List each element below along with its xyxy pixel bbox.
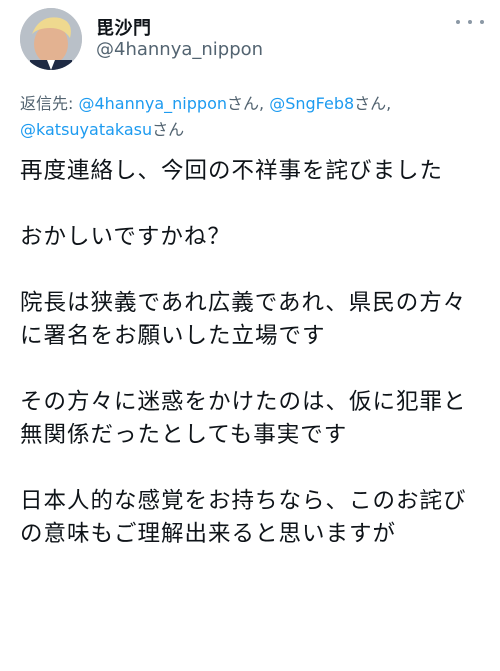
reply-suffix: さん,: [227, 94, 270, 113]
reply-suffix: さん,: [354, 94, 392, 113]
dot: [468, 20, 472, 24]
more-horizontal-icon[interactable]: [456, 14, 484, 30]
dot: [456, 20, 460, 24]
tweet-paragraph: 日本人的な感覚をお持ちなら、このお詫びの意味もご理解出来ると思いますが: [20, 488, 467, 547]
dot: [480, 20, 484, 24]
reply-context: 返信先: @4hannya_nipponさん, @SngFeb8さん, @kats…: [20, 91, 480, 143]
avatar[interactable]: [20, 8, 82, 70]
tweet-paragraph: 院長は狭義であれ広義であれ、県民の方々に署名をお願いした立場です: [20, 290, 467, 349]
reply-prefix: 返信先:: [20, 94, 79, 113]
author-name[interactable]: 毘沙門: [96, 14, 152, 40]
tweet-paragraph: その方々に迷惑をかけたのは、仮に犯罪と無関係だったとしても事実です: [20, 389, 467, 448]
tweet-card: 毘沙門 @4hannya_nippon 返信先: @4hannya_nippon…: [0, 0, 500, 671]
tweet-paragraph: おかしいですかね？: [20, 224, 231, 250]
tweet-paragraph: 再度連絡し、今回の不祥事を詫びました: [20, 158, 444, 184]
avatar-image: [20, 8, 82, 70]
reply-mention-4hannya-nippon[interactable]: @4hannya_nippon: [78, 94, 227, 113]
reply-mention-katsuyatakasu[interactable]: @katsuyatakasu: [20, 120, 152, 139]
tweet-text: 再度連絡し、今回の不祥事を詫びました おかしいですかね？ 院長は狭義であれ広義で…: [20, 155, 482, 551]
author-handle[interactable]: @4hannya_nippon: [96, 39, 263, 60]
reply-suffix: さん: [152, 120, 185, 139]
reply-mention-sngfeb8[interactable]: @SngFeb8: [269, 94, 354, 113]
